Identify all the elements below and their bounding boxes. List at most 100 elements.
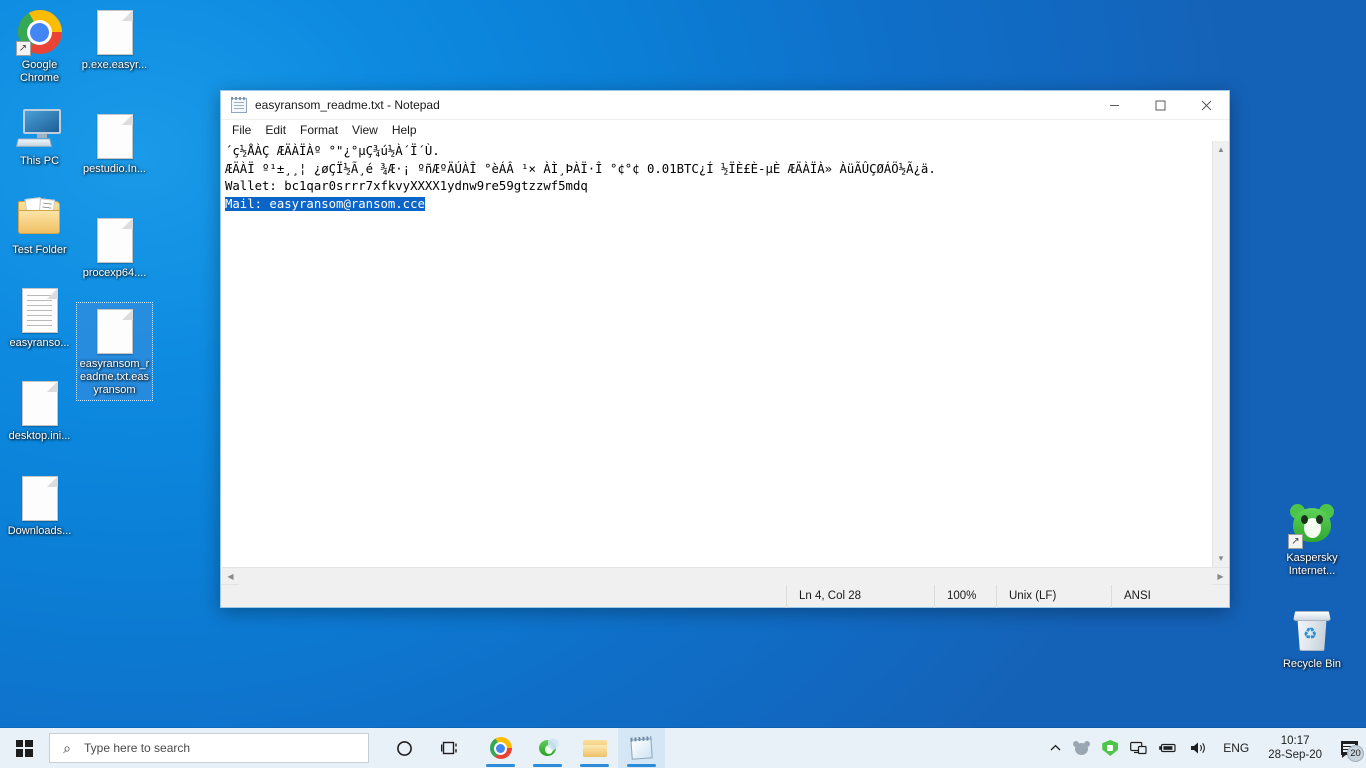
close-button[interactable] xyxy=(1183,91,1229,120)
desktop-icon-pestudio[interactable]: pestudio.In... xyxy=(77,108,152,179)
menu-item-format[interactable]: Format xyxy=(293,121,345,139)
status-cursor-position: Ln 4, Col 28 xyxy=(786,584,934,608)
desktop-icon-google-chrome[interactable]: ↗ Google Chrome xyxy=(2,4,77,88)
blank-document-icon xyxy=(16,379,64,427)
notepad-text-area[interactable]: ´ç½ÅÀÇ ÆÄÀÏÀº °"¿°µÇ¾ú½À´Ï´Ù. ÆÄÀÏ º¹±¸¸… xyxy=(222,141,1212,567)
app-running-indicator xyxy=(533,764,562,767)
status-encoding: ANSI xyxy=(1111,584,1229,608)
blank-document-icon xyxy=(91,216,139,264)
notepad-menu-bar: File Edit Format View Help xyxy=(221,120,1229,141)
vertical-scrollbar[interactable]: ▲ ▼ xyxy=(1212,141,1229,567)
text-line-2: ÆÄÀÏ º¹±¸¸¦ ¿øÇÏ½Ã¸é ¾Æ·¡ ºñÆºÄÚÀÎ °èÁÂ … xyxy=(225,161,936,176)
taskbar-app-notepad[interactable] xyxy=(618,728,665,768)
cortana-icon xyxy=(396,740,412,756)
desktop-icon-easyransom-readme-txt-easyransom[interactable]: easyransom_readme.txt.easyransom xyxy=(76,302,153,401)
desktop-icon-label: easyransom_readme.txt.easyransom xyxy=(79,358,150,396)
folder-pdf-icon: PDF xyxy=(16,193,64,241)
system-tray: ENG 10:17 28-Sep-20 20 xyxy=(1044,728,1366,768)
scroll-left-icon[interactable]: ◀ xyxy=(222,568,239,585)
desktop-icon-desktop-ini[interactable]: desktop.ini... xyxy=(2,375,77,446)
desktop-icon-procexp64[interactable]: procexp64.... xyxy=(77,212,152,283)
taskbar-app-file-explorer[interactable] xyxy=(571,728,618,768)
desktop-icon-p-exe-easyransom[interactable]: p.exe.easyr... xyxy=(77,4,152,75)
kaspersky-bear-icon xyxy=(1073,740,1091,756)
window-title: easyransom_readme.txt - Notepad xyxy=(255,98,440,112)
taskbar-app-chrome[interactable] xyxy=(477,728,524,768)
recycle-bin-icon: ♻ xyxy=(1288,607,1336,655)
network-button[interactable] xyxy=(1124,728,1153,768)
shortcut-arrow-icon: ↗ xyxy=(15,41,31,56)
volume-button[interactable] xyxy=(1184,728,1214,768)
notification-count-badge: 20 xyxy=(1347,745,1364,762)
vertical-scrollbar-track[interactable] xyxy=(1213,158,1229,550)
cortana-button[interactable] xyxy=(381,728,427,768)
desktop-icon-label: Test Folder xyxy=(12,244,67,256)
clock-time: 10:17 xyxy=(1280,735,1310,747)
horizontal-scrollbar-track[interactable] xyxy=(239,567,1212,585)
menu-item-file[interactable]: File xyxy=(225,121,258,139)
menu-item-view[interactable]: View xyxy=(345,121,385,139)
menu-item-help[interactable]: Help xyxy=(385,121,424,139)
scroll-down-icon[interactable]: ▼ xyxy=(1213,550,1229,567)
scroll-up-icon[interactable]: ▲ xyxy=(1213,141,1229,158)
desktop-icon-label: pestudio.In... xyxy=(83,163,146,175)
menu-item-edit[interactable]: Edit xyxy=(258,121,293,139)
notepad-title-bar[interactable]: easyransom_readme.txt - Notepad xyxy=(221,91,1229,120)
chevron-up-icon xyxy=(1050,744,1061,751)
desktop-icon-downloads[interactable]: Downloads... xyxy=(2,470,77,541)
desktop-icon-kaspersky-internet-security[interactable]: ↗ Kaspersky Internet... xyxy=(1268,497,1356,581)
search-icon: ⌕ xyxy=(63,739,71,756)
kaspersky-shield-tray-button[interactable] xyxy=(1096,728,1124,768)
blank-document-icon xyxy=(16,474,64,522)
notepad-text-region: ´ç½ÅÀÇ ÆÄÀÏÀº °"¿°µÇ¾ú½À´Ï´Ù. ÆÄÀÏ º¹±¸¸… xyxy=(222,141,1229,567)
maximize-button[interactable] xyxy=(1137,91,1183,120)
text-line-4-selected: Mail: easyransom@ransom.cce xyxy=(225,196,425,211)
kaspersky-tray-button[interactable] xyxy=(1067,728,1096,768)
text-line-3: Wallet: bc1qar0srrr7xfkvyXXXX1ydnw9re59g… xyxy=(225,179,588,194)
kaspersky-icon: ↗ xyxy=(1288,501,1336,549)
notification-center-button[interactable]: 20 xyxy=(1332,728,1366,768)
taskbar-system-buttons xyxy=(381,728,473,768)
desktop-icon-this-pc[interactable]: This PC xyxy=(2,100,77,171)
notepad-body: ´ç½ÅÀÇ ÆÄÀÏÀº °"¿°µÇ¾ú½À´Ï´Ù. ÆÄÀÏ º¹±¸¸… xyxy=(221,141,1229,585)
desktop-icon-label: Kaspersky Internet... xyxy=(1286,552,1338,577)
desktop-icon-label: procexp64.... xyxy=(82,267,147,279)
scroll-right-icon[interactable]: ▶ xyxy=(1212,568,1229,585)
shortcut-arrow-icon: ↗ xyxy=(1288,534,1303,549)
chrome-icon: ↗ xyxy=(15,8,64,56)
minimize-button[interactable] xyxy=(1091,91,1137,120)
window-controls xyxy=(1091,91,1229,120)
desktop-icon-column-2: p.exe.easyr... pestudio.In... procexp64.… xyxy=(76,4,153,408)
desktop-icon-label: Downloads... xyxy=(7,525,72,537)
start-button[interactable] xyxy=(0,728,48,768)
folder-icon xyxy=(582,739,607,758)
status-zoom-level: 100% xyxy=(934,584,996,608)
taskbar-app-kaspersky[interactable] xyxy=(524,728,571,768)
desktop-icon-easyransom-note[interactable]: easyranso... xyxy=(2,282,77,353)
battery-button[interactable] xyxy=(1153,728,1184,768)
task-view-icon xyxy=(440,741,457,755)
text-line-1: ´ç½ÅÀÇ ÆÄÀÏÀº °"¿°µÇ¾ú½À´Ï´Ù. xyxy=(225,144,440,158)
notepad-icon xyxy=(630,736,653,760)
desktop-icon-area-right: ↗ Kaspersky Internet... ♻ Recycle Bin xyxy=(1268,497,1356,682)
search-placeholder: Type here to search xyxy=(84,741,191,755)
task-view-button[interactable] xyxy=(427,728,473,768)
taskbar: ⌕ Type here to search ENG 10:17 28-Sep-2… xyxy=(0,728,1366,768)
desktop-icon-recycle-bin[interactable]: ♻ Recycle Bin xyxy=(1268,603,1356,674)
app-running-indicator xyxy=(627,764,656,767)
clock-date: 28-Sep-20 xyxy=(1268,749,1322,761)
desktop-icon-test-folder[interactable]: PDF Test Folder xyxy=(2,189,77,260)
clock[interactable]: 10:17 28-Sep-20 xyxy=(1258,728,1332,768)
blank-document-icon xyxy=(91,8,139,56)
desktop-icon-label: Recycle Bin xyxy=(1282,658,1342,670)
volume-icon xyxy=(1191,742,1206,754)
show-hidden-icons-button[interactable] xyxy=(1044,728,1067,768)
search-input[interactable]: ⌕ Type here to search xyxy=(49,733,369,763)
horizontal-scrollbar[interactable]: ◀ ▶ xyxy=(222,567,1229,585)
desktop-icon-label: desktop.ini... xyxy=(8,430,71,442)
desktop-icon-label: easyranso... xyxy=(9,337,70,349)
blank-document-icon xyxy=(91,112,139,160)
computer-icon xyxy=(15,104,64,152)
language-indicator[interactable]: ENG xyxy=(1214,728,1258,768)
network-icon xyxy=(1130,741,1147,755)
